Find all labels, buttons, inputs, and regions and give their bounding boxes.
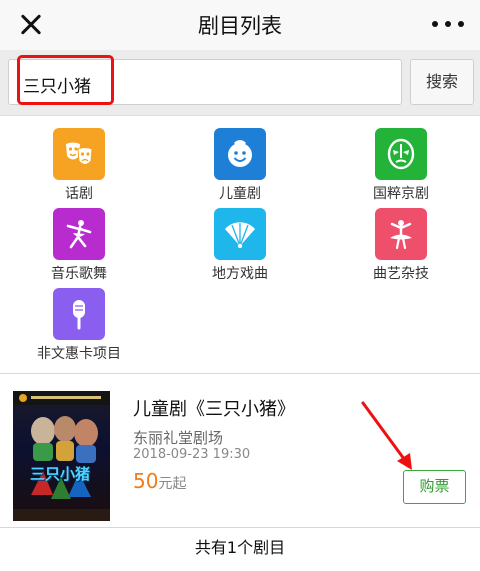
category-label: 儿童剧 [219, 186, 261, 202]
annotation-arrow-icon [361, 401, 412, 470]
folding-fan-icon [214, 208, 266, 260]
total-count-text: 共有1个剧目 [194, 538, 286, 557]
title-bar: 剧目列表 [0, 0, 480, 50]
show-list-item[interactable]: 三只小猪 儿童剧《三只小猪》 东丽礼堂剧场 2018-09-23 19:30 5… [0, 375, 480, 527]
divider [0, 373, 480, 374]
category-music-dance[interactable]: 音乐歌舞 [9, 208, 149, 283]
show-datetime: 2018-09-23 19:30 [133, 447, 251, 462]
show-poster-image[interactable]: 三只小猪 [13, 391, 110, 521]
divider [0, 527, 480, 528]
annotation-highlight-box [17, 55, 114, 105]
show-venue: 东丽礼堂剧场 [133, 429, 224, 447]
dancer-icon [53, 208, 105, 260]
price-value: 50 [133, 469, 159, 493]
category-quyi-acrobatics[interactable]: 曲艺杂技 [331, 208, 471, 283]
category-drama[interactable]: 话剧 [9, 128, 149, 203]
theater-masks-icon [53, 128, 105, 180]
category-label: 地方戏曲 [212, 266, 268, 282]
page-title: 剧目列表 [198, 14, 282, 38]
poster-title-text: 三只小猪 [30, 465, 91, 483]
more-dots-icon[interactable] [432, 21, 464, 29]
category-peking-opera[interactable]: 国粹京剧 [331, 128, 471, 203]
opera-mask-icon [375, 128, 427, 180]
microphone-icon [53, 288, 105, 340]
show-title[interactable]: 儿童剧《三只小猪》 [133, 395, 295, 421]
category-label: 非文惠卡项目 [37, 346, 121, 362]
ballerina-icon [375, 208, 427, 260]
buy-ticket-button[interactable]: 购票 [403, 470, 466, 504]
price-suffix: 元起 [158, 476, 187, 492]
category-label: 音乐歌舞 [51, 266, 107, 282]
category-grid: 话剧 儿童剧 国粹京剧 音乐歌舞 地方戏曲 曲艺杂技 非文惠卡项目 [0, 118, 480, 372]
smiley-face-icon [214, 128, 266, 180]
show-price: 50元起 [133, 469, 186, 493]
search-button[interactable]: 搜索 [410, 59, 474, 105]
category-local-opera[interactable]: 地方戏曲 [170, 208, 310, 283]
category-huika-projects[interactable]: 非文惠卡项目 [9, 288, 149, 363]
category-label: 国粹京剧 [373, 186, 429, 202]
category-label: 话剧 [65, 186, 93, 202]
category-children[interactable]: 儿童剧 [170, 128, 310, 203]
category-label: 曲艺杂技 [373, 266, 429, 282]
